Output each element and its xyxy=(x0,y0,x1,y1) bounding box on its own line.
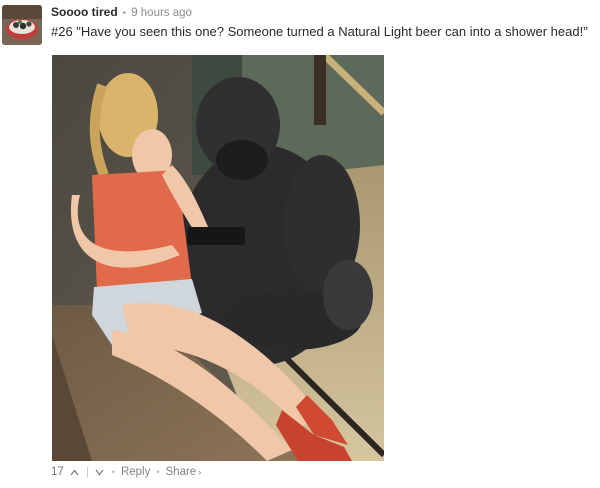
comment-header: Soooo tired • 9 hours ago xyxy=(51,5,192,21)
downvote-icon xyxy=(95,469,104,476)
comment: Soooo tired • 9 hours ago #26 "Have you … xyxy=(0,0,600,488)
comment-image[interactable] xyxy=(52,55,384,461)
comment-footer: 17 • Reply • Share › xyxy=(51,464,201,480)
meta-separator: • xyxy=(122,8,127,19)
avatar-image xyxy=(2,5,42,45)
username[interactable]: Soooo tired xyxy=(51,5,118,19)
comment-text: #26 "Have you seen this one? Someone tur… xyxy=(51,24,588,39)
share-button[interactable]: Share xyxy=(166,466,197,478)
avatar[interactable] xyxy=(2,5,42,45)
footer-separator: • xyxy=(156,467,160,477)
reply-button[interactable]: Reply xyxy=(121,466,150,478)
footer-separator: • xyxy=(111,467,115,477)
upvote-icon xyxy=(70,468,79,475)
vote-count: 17 xyxy=(51,466,64,478)
share-caret-icon: › xyxy=(198,467,202,477)
upvote-button[interactable] xyxy=(69,465,81,479)
vote-divider xyxy=(86,466,88,478)
timestamp[interactable]: 9 hours ago xyxy=(131,7,192,19)
gorilla-photo xyxy=(52,55,384,461)
downvote-button[interactable] xyxy=(94,465,106,479)
